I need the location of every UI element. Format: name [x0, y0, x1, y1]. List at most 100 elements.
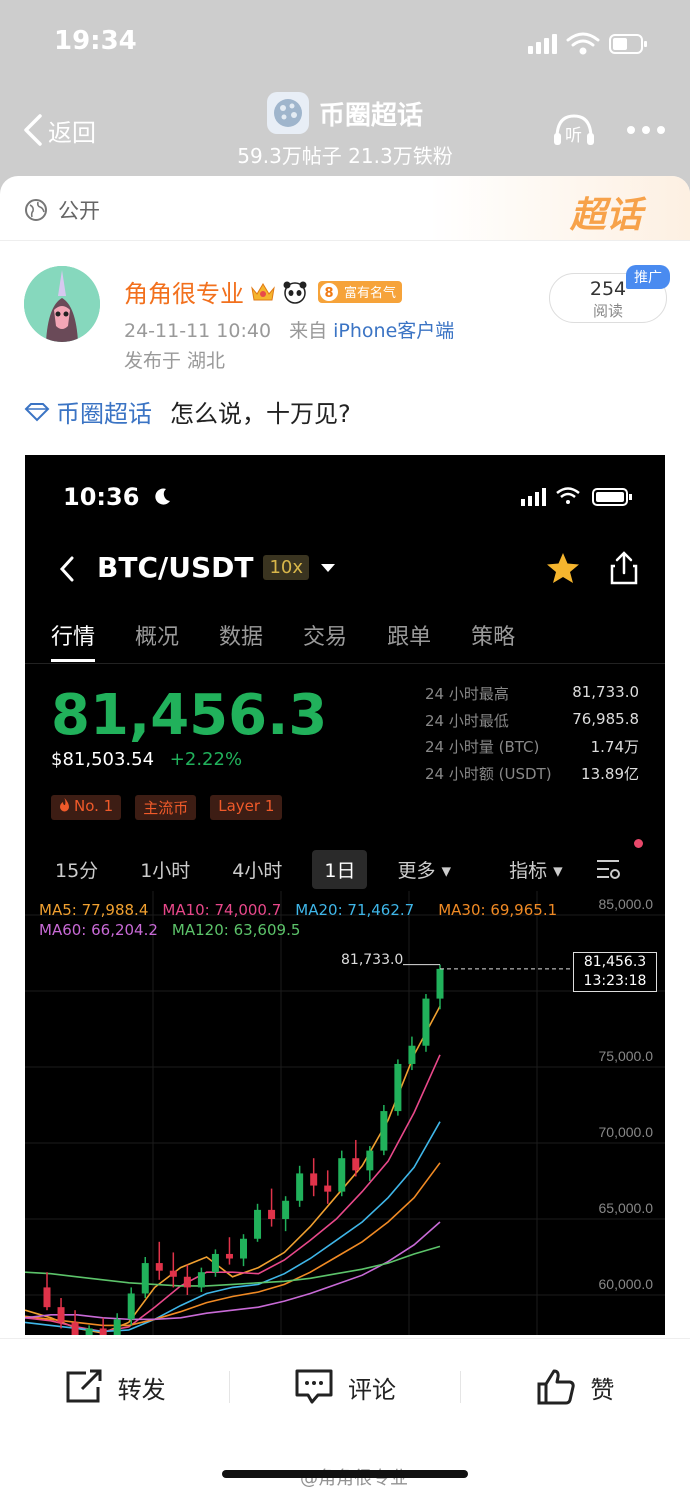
ma5-label: MA5: 77,988.4 — [39, 901, 149, 919]
visibility-label: 公开 — [58, 199, 100, 223]
stats-table: 24 小时最高 81,733.0 24 小时最低 76,985.8 24 小时量 (… — [425, 683, 639, 789]
comment-icon — [295, 1369, 333, 1404]
stat-row: 24 小时最高 81,733.0 — [425, 683, 639, 703]
image-tab: 跟单 — [387, 625, 432, 650]
ma-line-ma10 — [25, 1054, 441, 1333]
crown-icon — [251, 282, 275, 300]
candle-body — [324, 1185, 332, 1192]
share-icon — [610, 551, 638, 585]
post-location: 发布于 湖北 — [124, 350, 226, 372]
topic-name: 币圈超话 — [318, 100, 423, 131]
interval-more: 更多 ▾ — [397, 859, 452, 882]
ma-legend-row1: MA5: 77,988.4 MA10: 74,000.7 MA20: 71,46… — [39, 901, 557, 919]
candle-body — [310, 1173, 318, 1186]
more-icon[interactable] — [626, 125, 666, 135]
image-tab: 数据 — [219, 625, 264, 650]
interval: 4小时 — [232, 859, 283, 882]
battery-icon — [609, 34, 647, 54]
candle-body — [211, 1253, 219, 1273]
ma120-label: MA120: 63,609.5 — [171, 921, 301, 939]
candle-body — [422, 998, 430, 1046]
price-markers — [403, 964, 573, 970]
chart-settings-icon — [596, 860, 620, 879]
interval-selected: 1日 — [312, 849, 368, 889]
ma-lines — [25, 1005, 441, 1334]
candle-body — [240, 1238, 247, 1259]
y-tick-label: 70,000.0 — [599, 1124, 654, 1140]
panda-icon — [283, 281, 307, 304]
candle-body — [183, 1276, 191, 1288]
post-image[interactable]: 10:36 BTC/USDT 10x 行情 概况 数据 交易 跟单 策略 81,… — [25, 455, 665, 1335]
candle-body — [254, 1209, 262, 1239]
high-label: 81,733.0 — [341, 952, 404, 968]
repost-label: 转发 — [117, 1375, 166, 1404]
candle-body — [113, 1319, 121, 1335]
candle-body — [71, 1322, 79, 1335]
rank-chip: No. 1 — [51, 795, 122, 820]
candle-body — [85, 1328, 93, 1335]
ma60-label: MA60: 66,204.2 — [39, 921, 158, 939]
post-source[interactable]: iPhone客户端 — [333, 320, 454, 342]
image-tab: 概况 — [135, 625, 180, 650]
candle-body — [197, 1272, 205, 1288]
candle-body — [436, 968, 444, 999]
ma-line-ma30 — [25, 1162, 441, 1327]
wifi-icon — [566, 32, 600, 55]
ma-legend-row2: MA60: 66,204.2 MA120: 63,609.5 — [39, 921, 300, 939]
repost-button[interactable]: 转发 — [0, 1369, 229, 1405]
stat-row: 24 小时量 (BTC) 1.74万 — [425, 738, 639, 756]
level-badge: 8 富有名气 — [318, 280, 403, 303]
image-status-time: 10:36 — [63, 483, 172, 511]
candle-body — [282, 1200, 290, 1219]
avatar[interactable] — [24, 266, 100, 342]
trading-pair: BTC/USDT 10x — [97, 551, 337, 584]
status-time: 19:34 — [54, 26, 137, 56]
candle-body — [338, 1158, 346, 1192]
usd-price: $81,503.54 — [51, 749, 155, 770]
globe-icon — [25, 199, 47, 221]
image-tab: 策略 — [471, 625, 516, 650]
usd-price-row: $81,503.54 +2.22% — [51, 749, 242, 770]
diamond-icon — [24, 402, 50, 421]
category-chip: 主流币 — [135, 795, 197, 820]
image-tabs: 行情 概况 数据 交易 跟单 策略 — [51, 619, 515, 662]
interval: 15分 — [55, 859, 99, 882]
image-status-icons — [521, 487, 632, 506]
status-icons — [528, 32, 647, 55]
change-pct: +2.22% — [169, 749, 243, 770]
stat-row: 24 小时额 (USDT) 13.89亿 — [425, 764, 639, 783]
post-body: 怎么说，十万见? — [170, 400, 351, 428]
candle-body — [99, 1328, 107, 1335]
ma-line-ma20 — [25, 1121, 441, 1333]
y-tick-label: 65,000.0 — [599, 1200, 654, 1216]
candle-body — [127, 1293, 135, 1320]
ma-line-ma60 — [25, 1221, 441, 1321]
promo-badge[interactable]: 推广 — [626, 265, 670, 289]
level-text: 富有名气 — [344, 286, 397, 301]
topic-tag[interactable]: 币圈超话 — [56, 394, 152, 429]
candle-body — [296, 1173, 304, 1201]
author-name[interactable]: 角角很专业 — [124, 274, 244, 309]
repost-icon — [66, 1369, 102, 1403]
candle-body — [408, 1045, 416, 1064]
visibility-row: 公开 — [24, 195, 100, 225]
thumbs-up-icon — [537, 1369, 575, 1405]
candle-body — [169, 1270, 177, 1277]
author-row: 角角很专业 8 富有名气 — [124, 274, 403, 309]
candle-body — [155, 1263, 163, 1271]
interval-bar: 15分 1小时 4小时 1日 更多 ▾ 指标 ▾ — [25, 847, 665, 891]
y-tick-label: 60,000.0 — [599, 1276, 654, 1292]
image-back-icon — [59, 556, 74, 582]
indicator-menu: 指标 ▾ — [509, 859, 563, 882]
listen-button[interactable]: 听 — [552, 112, 596, 148]
like-label: 赞 — [590, 1375, 615, 1404]
comment-label: 评论 — [347, 1375, 396, 1404]
header-actions: 听 — [552, 112, 666, 148]
candle-body — [225, 1253, 233, 1259]
action-bar: 转发 评论 赞 — [0, 1338, 690, 1435]
comment-button[interactable]: 评论 — [230, 1368, 459, 1406]
candle-body — [380, 1111, 388, 1151]
like-button[interactable]: 赞 — [461, 1368, 690, 1406]
ma30-label: MA30: 69,965.1 — [438, 901, 558, 919]
layer-chip: Layer 1 — [210, 795, 283, 820]
